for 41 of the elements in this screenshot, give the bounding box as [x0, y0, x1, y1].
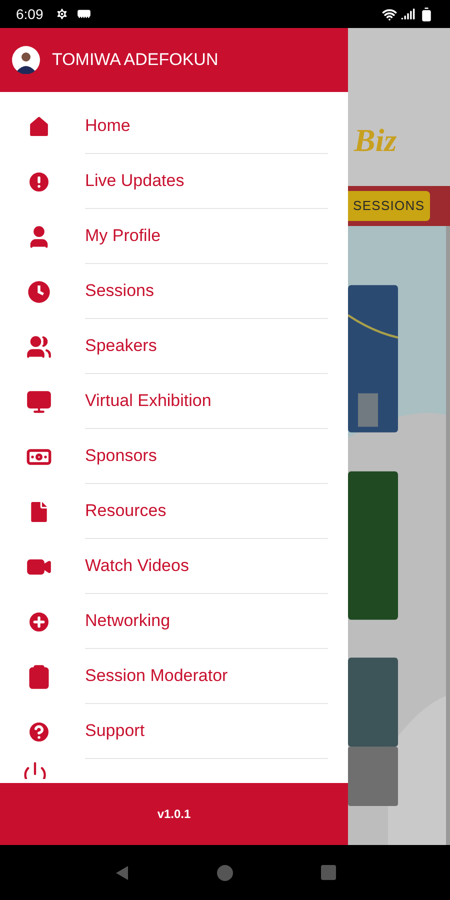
drawer-item[interactable]: Support [0, 704, 348, 759]
drawer-item[interactable]: Home [0, 99, 348, 154]
logo-text: Biz [354, 121, 397, 160]
recents-icon[interactable] [321, 865, 336, 880]
drawer-item[interactable]: Resources [0, 484, 348, 539]
menu-item-icon [26, 388, 52, 414]
menu-item-label: Networking [85, 610, 170, 632]
wifi-icon [382, 6, 397, 22]
drawer-item[interactable]: Networking [0, 594, 348, 649]
drawer-item[interactable]: Session Moderator [0, 649, 348, 704]
menu-item-label: Sponsors [85, 445, 157, 468]
signal-icon [401, 7, 415, 21]
battery-icon [419, 6, 434, 22]
menu-item-label: Watch Videos [85, 555, 189, 578]
user-name: TOMIWA ADEFOKUN [52, 49, 218, 72]
menu-item-label: Speakers [85, 335, 157, 358]
drawer-item[interactable]: My Profile [0, 209, 348, 264]
menu-item-label: Live Updates [85, 170, 184, 192]
version-label: v1.0.1 [157, 806, 191, 823]
drawer-item[interactable]: Sessions [0, 264, 348, 319]
back-icon[interactable] [114, 864, 130, 880]
menu-item-icon [26, 278, 52, 304]
status-time: 6:09 [16, 4, 44, 24]
drawer-item[interactable]: Speakers [0, 319, 348, 374]
menu-item-label: Support [85, 720, 145, 742]
drawer-item[interactable]: Watch Videos [0, 539, 348, 594]
menu-item-label: My Profile [85, 225, 161, 248]
menu-item-label: Sessions [85, 280, 154, 302]
drawer-item[interactable]: Sponsors [0, 429, 348, 484]
avatar-icon [12, 46, 40, 74]
menu-item-label: Session Moderator [85, 665, 228, 688]
memory-card-icon [77, 7, 92, 21]
sessions-button[interactable]: SESSIONS [348, 191, 430, 221]
menu-item-label: Resources [85, 500, 166, 522]
drawer-item[interactable]: Live Updates [0, 154, 348, 209]
settings-icon [55, 7, 70, 21]
menu-item-icon [26, 334, 52, 360]
menu-item-label: Home [85, 115, 130, 138]
menu-item-label: Virtual Exhibition [85, 390, 212, 412]
drawer-item[interactable]: Virtual Exhibition [0, 374, 348, 429]
home-icon[interactable] [217, 864, 234, 880]
